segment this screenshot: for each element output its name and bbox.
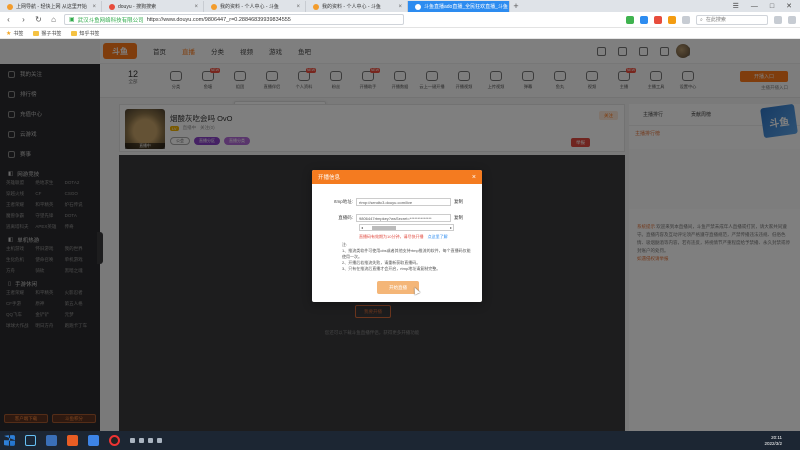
address-bar[interactable]: ▣ 武汉斗鱼网络科技有限公司 https://www.douyu.com/980… [64, 14, 404, 25]
app-icon[interactable] [109, 435, 120, 446]
browser-tab-douyu-active[interactable]: 斗鱼直播ado直播_全民狂欢直播_斗鱼× [408, 1, 510, 12]
tab-close-icon[interactable]: × [194, 4, 198, 10]
tab-label: 上网导航 - 轻快上网 从这里开始 [16, 4, 87, 10]
folder-icon [33, 30, 40, 36]
menu-icon[interactable] [788, 15, 796, 24]
warning-text: 直播码有效期为10分钟，请尽快开播 [359, 234, 424, 239]
bookmark-item[interactable]: ★ 书签 [6, 30, 23, 37]
browser-tab-nav[interactable]: 上网导航 - 轻快上网 从这里开始 × [0, 1, 102, 12]
scroll-right-icon[interactable]: ▸ [450, 225, 452, 230]
tray-icon[interactable] [130, 438, 135, 443]
clock-date: 2022/3/2 [764, 440, 782, 446]
toolbar-icons: ⌕ 在此搜索 [626, 14, 796, 25]
scroll-thumb[interactable] [372, 226, 396, 230]
minimize-icon[interactable]: — [751, 1, 758, 12]
copy-rtmp-button[interactable]: 复制 [454, 199, 463, 205]
scroll-left-icon[interactable]: ◂ [361, 225, 363, 230]
tab-label: 斗鱼直播ado直播_全民狂欢直播_斗鱼 [424, 4, 508, 10]
key-row: 直播码: 9806447rtmpkey?wsSecret=***********… [312, 214, 463, 222]
search-icon: ⌕ [700, 16, 703, 23]
stream-key-scrollbar[interactable]: ◂ ▸ [359, 224, 454, 231]
dialog-notes: 注: 1、推流类软件可使用obs或者其他支持rtmp推流的软件，每个直播码仅能使… [342, 242, 472, 272]
app-icon[interactable] [46, 435, 57, 446]
extension-icon[interactable] [668, 15, 676, 24]
copy-key-button[interactable]: 复制 [454, 215, 463, 221]
tab-favicon-icon [415, 3, 421, 10]
new-tab-button[interactable]: + [510, 1, 522, 12]
app-icon[interactable] [67, 435, 78, 446]
stream-key-warning: 直播码有效期为10分钟，请尽快开播 点这里了解 [359, 234, 448, 240]
tray-icon[interactable] [148, 438, 153, 443]
stream-key-field[interactable]: 9806447rtmpkey?wsSecret=************** [356, 214, 451, 222]
bookmark-item[interactable]: 猴子书签 [33, 30, 61, 37]
extension-icon[interactable] [654, 15, 662, 24]
tab-favicon-icon [211, 3, 217, 10]
extension-icon[interactable] [682, 15, 690, 24]
menu-icon[interactable]: ☰ [733, 1, 739, 12]
bookmark-label: 知乎书签 [79, 30, 100, 37]
tab-favicon-icon [313, 3, 319, 10]
stream-info-dialog: 开播信息 × rtmp地址: rtmp://sendtc3.douyu.com/… [312, 170, 482, 302]
tab-favicon-icon [109, 3, 115, 10]
home-icon[interactable]: ⌂ [49, 15, 58, 24]
tab-label: 我的资料 - 个人中心 - 斗鱼 [322, 4, 381, 10]
url-text: https://www.douyu.com/9806447_r=0.288468… [146, 16, 291, 23]
close-icon[interactable]: × [472, 174, 476, 181]
search-placeholder: 在此搜索 [705, 17, 726, 23]
browser-search-input[interactable]: ⌕ 在此搜索 [696, 14, 768, 25]
maximize-icon[interactable]: □ [770, 1, 774, 12]
system-tray [130, 438, 162, 443]
tab-label: douyu - 搜狗搜索 [118, 4, 157, 10]
bookmark-label: 书签 [13, 30, 24, 37]
extension-icon[interactable] [626, 15, 634, 24]
bookmarks-bar: ★ 书签 猴子书签 知乎书签 [0, 28, 800, 39]
rtmp-row: rtmp地址: rtmp://sendtc3.douyu.com/live 复制 [312, 198, 463, 206]
taskbar-clock[interactable]: 20:11 2022/3/2 [764, 435, 800, 447]
browser-tab-search[interactable]: douyu - 搜狗搜索 × [102, 1, 204, 12]
browser-tab-profile[interactable]: 我的资料 - 个人中心 - 斗鱼 × [204, 1, 306, 12]
window-controls: ☰ — □ ✕ [733, 1, 800, 12]
tab-label: 我的资料 - 个人中心 - 斗鱼 [220, 4, 279, 10]
learn-more-link[interactable]: 点这里了解 [428, 234, 448, 239]
download-icon[interactable] [774, 15, 782, 24]
tab-close-icon[interactable]: × [398, 4, 402, 10]
rtmp-address-field[interactable]: rtmp://sendtc3.douyu.com/live [356, 198, 451, 206]
steam-icon[interactable] [25, 435, 36, 446]
stream-key-label: 直播码: [338, 215, 353, 220]
browser-tab-profile-2[interactable]: 我的资料 - 个人中心 - 斗鱼 × [306, 1, 408, 12]
windows-start-icon[interactable] [4, 435, 15, 446]
note-line: 3、只有在推流后直播才会开启，rtmp地址请复制完整。 [342, 266, 441, 271]
tab-close-icon[interactable]: × [92, 4, 96, 10]
tab-favicon-icon [7, 3, 13, 10]
volume-icon[interactable] [157, 438, 162, 443]
star-icon: ★ [6, 30, 12, 37]
windows-taskbar: 20:11 2022/3/2 [0, 431, 800, 450]
dialog-header: 开播信息 × [312, 170, 482, 184]
note-line: 1、推流类软件可使用obs或者其他支持rtmp推流的软件，每个直播码仅能使用一次… [342, 248, 471, 259]
browser-tab-bar: 上网导航 - 轻快上网 从这里开始 × douyu - 搜狗搜索 × 我的资料 - … [0, 0, 800, 12]
bookmark-label: 猴子书签 [41, 30, 62, 37]
close-window-icon[interactable]: ✕ [786, 1, 792, 12]
folder-icon [71, 30, 78, 36]
extension-icon[interactable] [640, 15, 648, 24]
lock-icon: ▣ [69, 17, 75, 23]
forward-arrow-icon[interactable]: › [19, 15, 28, 24]
bookmark-item[interactable]: 知乎书签 [71, 30, 99, 37]
rtmp-label: rtmp地址: [333, 199, 353, 204]
reload-icon[interactable]: ↻ [34, 15, 43, 24]
tab-close-icon[interactable]: × [296, 4, 300, 10]
dialog-title: 开播信息 [318, 175, 341, 181]
site-identity: 武汉斗鱼网络科技有限公司 [77, 17, 144, 24]
browser-icon[interactable] [88, 435, 99, 446]
browser-navbar: ‹ › ↻ ⌂ ▣ 武汉斗鱼网络科技有限公司 https://www.douyu… [0, 12, 800, 28]
tray-icon[interactable] [139, 438, 144, 443]
back-arrow-icon[interactable]: ‹ [4, 15, 13, 24]
